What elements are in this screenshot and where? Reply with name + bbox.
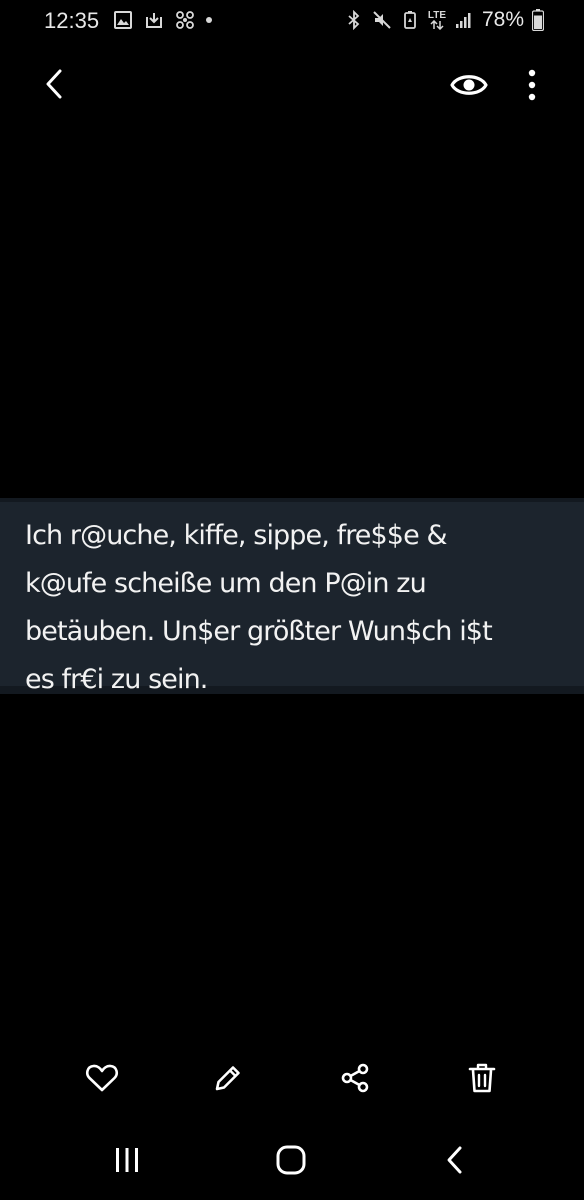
battery-percent: 78% [481, 8, 524, 31]
caption-band: Ich r@uche, kiffe, sippe, fre$$e & k@ufe… [0, 498, 584, 695]
status-bar: 12:35 LTE 78% [0, 0, 584, 40]
eye-icon [450, 75, 488, 95]
signal-icon [455, 13, 471, 28]
status-right-icons: LTE 78% [344, 8, 544, 32]
action-bar [0, 1052, 584, 1102]
data-arrows-icon [430, 19, 444, 30]
navigation-bar [0, 1130, 584, 1190]
share-icon [341, 1063, 369, 1093]
delete-button[interactable] [460, 1056, 504, 1100]
download-icon [146, 13, 162, 28]
chevron-left-icon [46, 69, 62, 99]
lte-label: LTE [427, 9, 447, 21]
pencil-icon [215, 1066, 240, 1091]
favorite-button[interactable] [80, 1056, 124, 1100]
status-left-icons [113, 10, 212, 30]
status-time: 12:35 [44, 8, 100, 33]
back-icon [447, 1146, 462, 1174]
more-options-button[interactable] [516, 64, 548, 106]
home-icon [276, 1145, 306, 1175]
recent-apps-icon [116, 1148, 138, 1172]
bluetooth-icon [348, 10, 360, 30]
battery-saver-icon [404, 11, 416, 29]
battery-icon [532, 9, 544, 31]
trash-icon [468, 1063, 496, 1093]
image-viewer[interactable]: Ich r@uche, kiffe, sippe, fre$$e & k@ufe… [0, 120, 584, 1040]
back-button[interactable] [34, 62, 74, 106]
heart-icon [86, 1064, 118, 1092]
lte-icon: LTE [427, 9, 447, 30]
notification-dot [206, 17, 212, 23]
pinwheel-icon [176, 11, 194, 29]
more-vertical-icon [528, 69, 536, 101]
caption-text: Ich r@uche, kiffe, sippe, fre$$e & k@ufe… [25, 520, 493, 695]
view-button[interactable] [448, 64, 490, 106]
share-button[interactable] [333, 1056, 377, 1100]
nav-back-button[interactable] [430, 1138, 480, 1182]
gallery-icon [114, 11, 132, 29]
top-app-bar [0, 56, 584, 114]
home-button[interactable] [266, 1138, 316, 1182]
edit-button[interactable] [206, 1056, 250, 1100]
mute-icon [373, 11, 391, 29]
recent-apps-button[interactable] [102, 1138, 152, 1182]
